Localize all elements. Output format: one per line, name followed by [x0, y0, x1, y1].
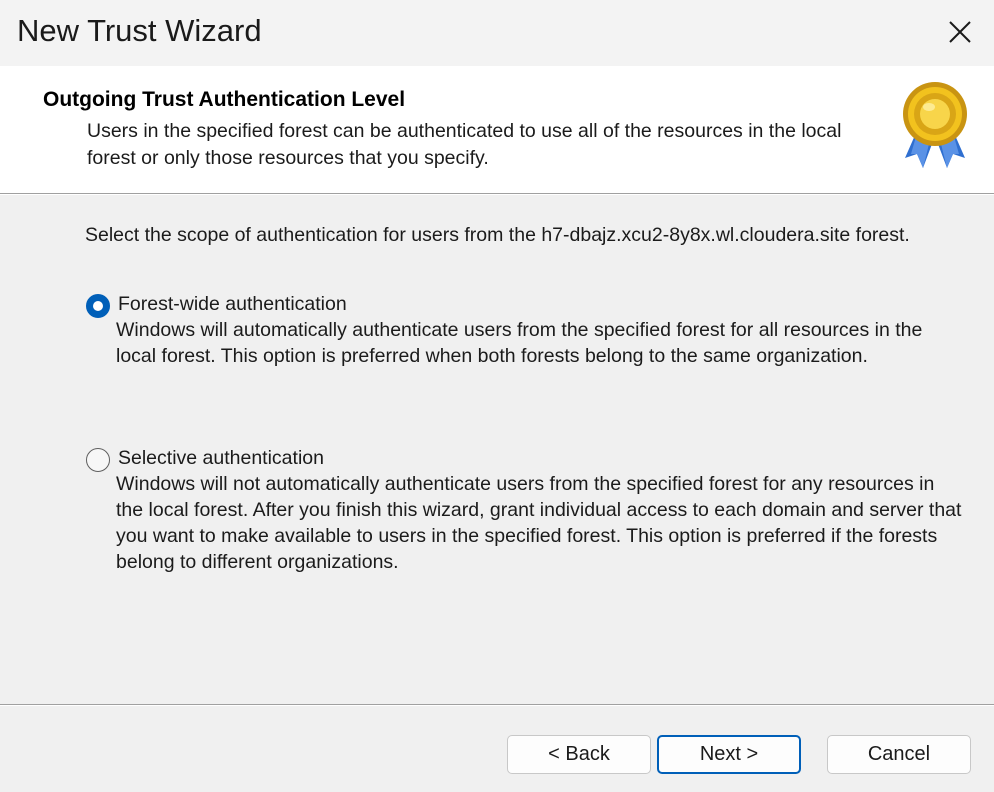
award-ribbon-icon — [903, 82, 967, 168]
header-divider-highlight — [0, 194, 994, 195]
forest-wide-radio[interactable] — [86, 294, 110, 318]
forest-wide-label[interactable]: Forest-wide authentication — [118, 291, 347, 318]
page-title: Outgoing Trust Authentication Level — [43, 88, 406, 111]
selective-description: Windows will not automatically authentic… — [116, 473, 962, 573]
page-description: Users in the specified forest can be aut… — [87, 120, 842, 169]
back-button[interactable]: < Back — [507, 735, 651, 774]
cancel-button[interactable]: Cancel — [827, 735, 971, 774]
scope-prompt: Select the scope of authentication for u… — [85, 224, 910, 246]
wizard-header: Outgoing Trust Authentication Level User… — [0, 66, 994, 193]
window-title: New Trust Wizard — [17, 13, 262, 48]
forest-wide-description: Windows will automatically authenticate … — [116, 319, 923, 367]
close-icon — [949, 21, 971, 43]
next-button[interactable]: Next > — [657, 735, 801, 774]
close-button[interactable] — [940, 12, 980, 52]
selective-label[interactable]: Selective authentication — [118, 445, 324, 472]
title-bar: New Trust Wizard — [0, 0, 994, 66]
footer-divider-highlight — [0, 705, 994, 706]
selective-radio[interactable] — [86, 448, 110, 472]
